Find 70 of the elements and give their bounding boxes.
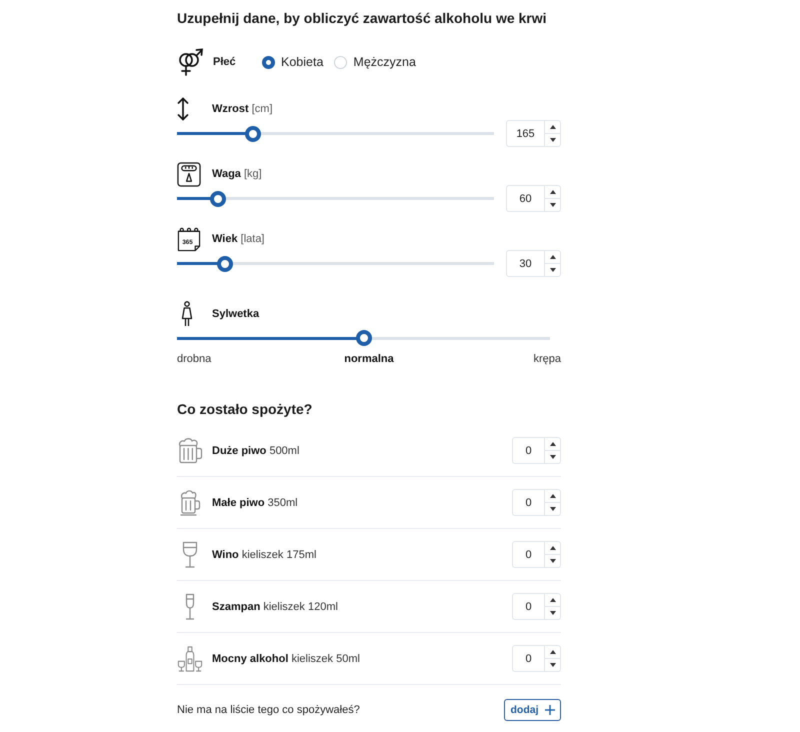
number-field[interactable]: 165 xyxy=(506,120,545,147)
section-heading: Co zostało spożyte? xyxy=(177,400,314,419)
slider-thumb[interactable] xyxy=(245,126,262,142)
number-field[interactable]: 60 xyxy=(506,185,545,212)
increment-button[interactable] xyxy=(545,645,561,659)
increment-button[interactable] xyxy=(545,489,561,503)
triangle-down-icon xyxy=(550,559,556,563)
field-label: Wzrost [cm] xyxy=(212,103,273,115)
number-field[interactable]: 0 xyxy=(512,437,545,464)
decrement-button[interactable] xyxy=(545,134,561,147)
field-label: Waga [kg] xyxy=(212,168,262,180)
increment-button[interactable] xyxy=(545,120,561,134)
decrement-button[interactable] xyxy=(545,199,561,212)
scale-label: drobna xyxy=(177,353,212,365)
field-label: Wiek [lata] xyxy=(212,233,264,245)
increment-button[interactable] xyxy=(545,593,561,607)
gender-symbols-icon xyxy=(177,48,203,76)
gender-option[interactable]: Kobieta xyxy=(262,55,324,69)
number-field[interactable]: 0 xyxy=(512,489,545,516)
number-field[interactable]: 0 xyxy=(512,593,545,620)
triangle-down-icon xyxy=(550,203,556,207)
increment-button[interactable] xyxy=(545,437,561,451)
increment-button[interactable] xyxy=(545,185,561,199)
decrement-button[interactable] xyxy=(545,503,561,516)
increment-button[interactable] xyxy=(545,250,561,264)
increment-button[interactable] xyxy=(545,541,561,555)
drink-label: Mocny alkohol kieliszek 50ml xyxy=(212,652,360,664)
slider-thumb[interactable] xyxy=(210,190,226,206)
decrement-button[interactable] xyxy=(545,659,561,672)
triangle-up-icon xyxy=(550,650,556,654)
slider-thumb[interactable] xyxy=(356,330,372,346)
drink-label: Małe piwo 350ml xyxy=(212,496,298,508)
number-field[interactable]: 0 xyxy=(512,541,545,568)
double-arrow-icon xyxy=(177,97,189,121)
missing-item-prompt: Nie ma na liście tego co spożywałeś? xyxy=(177,704,360,716)
bottle-and-glasses-icon xyxy=(177,644,203,672)
drink-label: Szampan kieliszek 120ml xyxy=(212,600,338,612)
add-button[interactable]: dodaj xyxy=(504,699,561,721)
triangle-up-icon xyxy=(550,598,556,602)
drink-label: Wino kieliszek 175ml xyxy=(212,548,316,560)
person-icon xyxy=(181,301,193,327)
triangle-up-icon xyxy=(550,255,556,259)
triangle-up-icon xyxy=(550,494,556,498)
gender-option[interactable]: Mężczyzna xyxy=(334,55,416,69)
triangle-up-icon xyxy=(550,190,556,194)
plus-icon xyxy=(544,705,554,715)
decrement-button[interactable] xyxy=(545,607,561,620)
scale-label: krępa xyxy=(533,353,561,365)
triangle-up-icon xyxy=(550,125,556,129)
triangle-down-icon xyxy=(550,138,556,142)
triangle-down-icon xyxy=(550,663,556,667)
number-field[interactable]: 0 xyxy=(512,645,545,672)
triangle-down-icon xyxy=(550,507,556,511)
triangle-down-icon xyxy=(550,268,556,272)
triangle-up-icon xyxy=(550,546,556,550)
triangle-down-icon xyxy=(550,455,556,459)
number-field[interactable]: 30 xyxy=(506,250,545,277)
scale-icon xyxy=(177,162,201,186)
form-title: Uzupełnij dane, by obliczyć zawartość alkoholu we krwi xyxy=(177,9,548,28)
field-label: Płeć xyxy=(213,56,237,68)
decrement-button[interactable] xyxy=(545,555,561,568)
slider-thumb[interactable] xyxy=(216,256,233,272)
scale-label: normalna xyxy=(344,353,394,365)
triangle-up-icon xyxy=(550,442,556,446)
triangle-down-icon xyxy=(550,611,556,615)
decrement-button[interactable] xyxy=(545,264,561,277)
decrement-button[interactable] xyxy=(545,451,561,464)
drink-label: Duże piwo 500ml xyxy=(212,444,300,456)
beer-mug-icon xyxy=(177,436,203,464)
field-label: Sylwetka xyxy=(212,308,260,320)
